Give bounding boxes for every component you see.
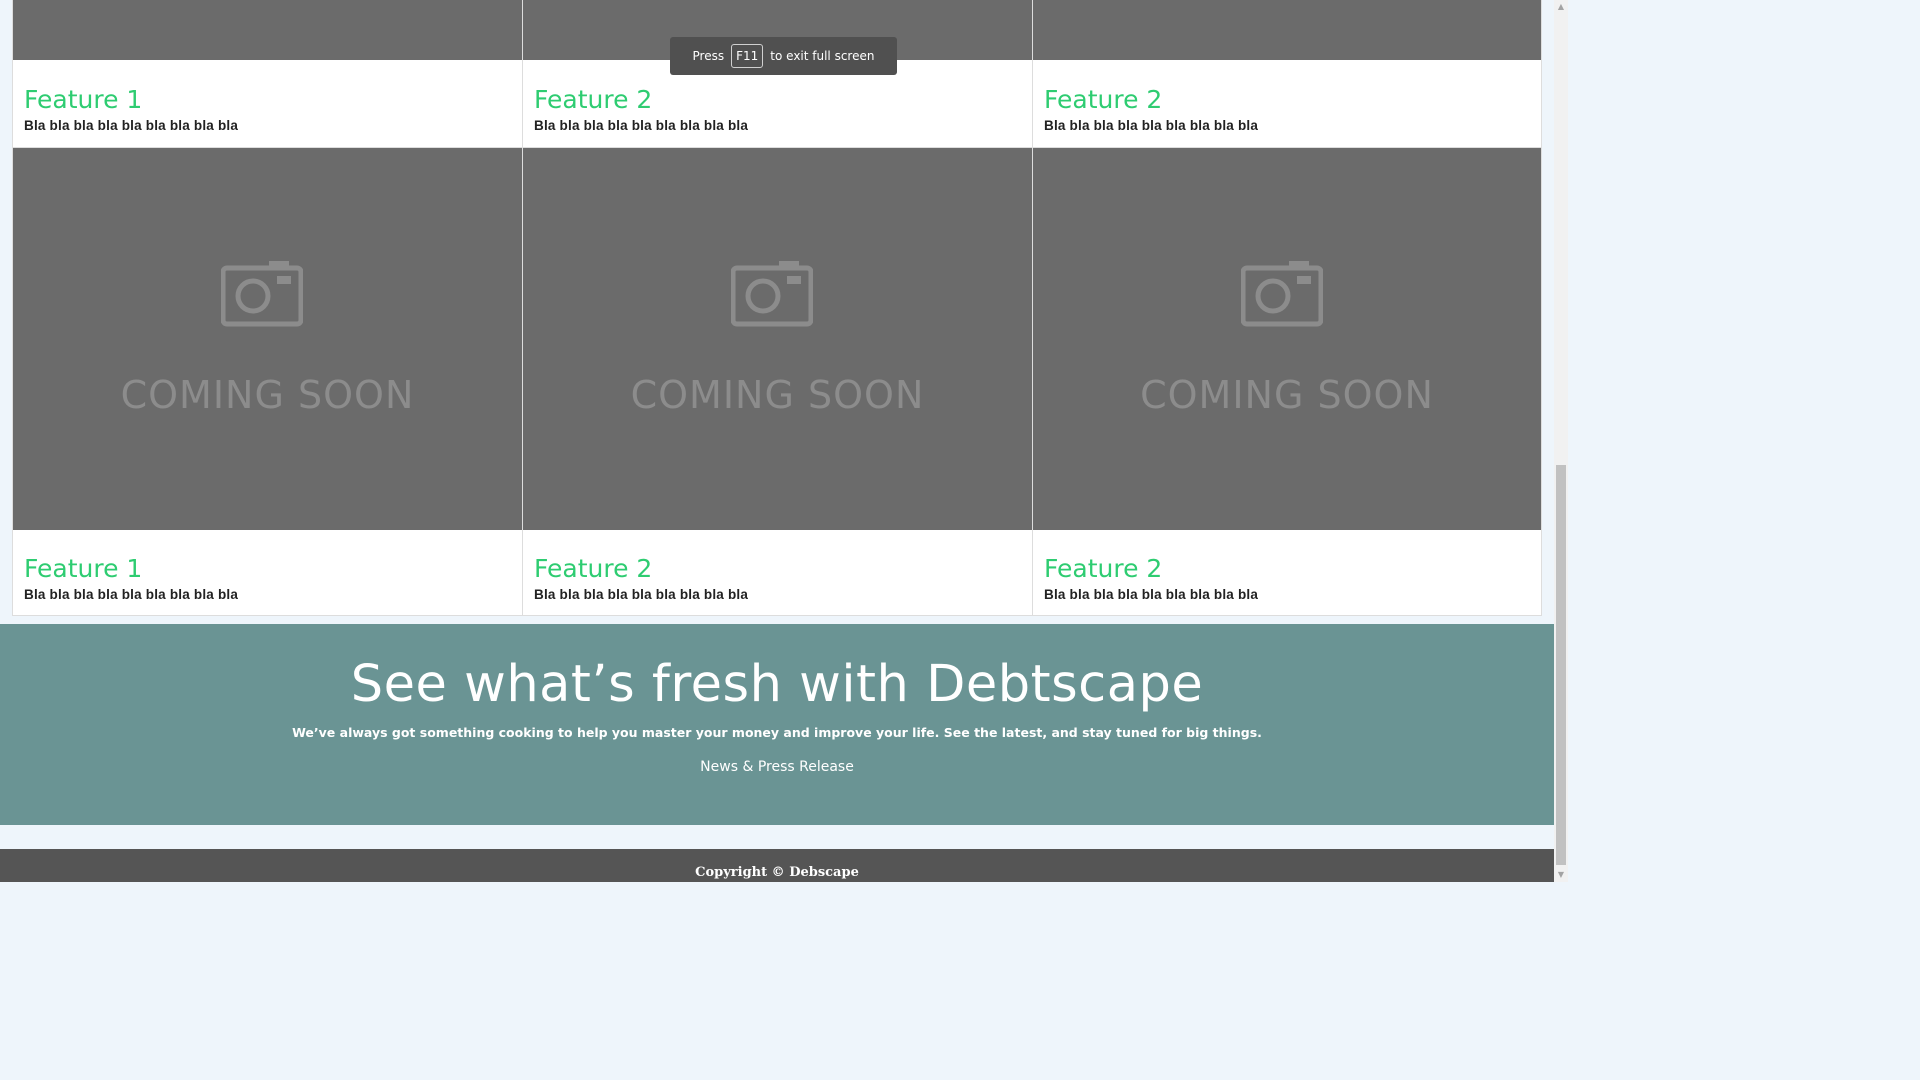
feature-title: Feature 1 <box>24 85 143 114</box>
feature-text: Bla bla bla bla bla bla bla bla bla <box>24 118 239 133</box>
feature-grid-row-2: COMING SOON Feature 1 Bla bla bla bla bl… <box>12 148 1542 616</box>
feature-text: Bla bla bla bla bla bla bla bla bla <box>1044 118 1259 133</box>
promo-banner: See what’s fresh with Debtscape We’ve al… <box>0 624 1554 825</box>
footer: Copyright © Debscape <box>0 849 1554 882</box>
arrow-down-icon[interactable]: ▼ <box>1554 868 1568 882</box>
arrow-up-icon[interactable]: ▲ <box>1554 0 1568 14</box>
coming-soon-image: COMING SOON <box>13 148 522 530</box>
coming-soon-label: COMING SOON <box>1140 373 1434 417</box>
feature-text: Bla bla bla bla bla bla bla bla bla <box>534 587 749 602</box>
coming-soon-label: COMING SOON <box>630 373 925 417</box>
feature-title: Feature 2 <box>534 85 653 114</box>
feature-card: COMING SOON Feature 2 Bla bla bla bla bl… <box>1032 148 1542 616</box>
camera-icon <box>731 261 813 327</box>
feature-title: Feature 2 <box>1044 85 1163 114</box>
camera-icon <box>1241 261 1323 327</box>
feature-text: Bla bla bla bla bla bla bla bla bla <box>24 587 239 602</box>
toast-press-text: Press <box>692 49 725 63</box>
feature-title: Feature 1 <box>24 554 143 583</box>
feature-text: Bla bla bla bla bla bla bla bla bla <box>1044 587 1259 602</box>
feature-title: Feature 2 <box>534 554 653 583</box>
scrollbar-thumb[interactable] <box>1556 465 1566 865</box>
vertical-scrollbar[interactable]: ▲ ▼ <box>1554 0 1568 882</box>
coming-soon-label: COMING SOON <box>120 373 415 417</box>
fullscreen-toast: Press F11 to exit full screen <box>670 37 897 75</box>
promo-subtitle: We’ve always got something cooking to he… <box>292 725 1262 740</box>
promo-title: See what’s fresh with Debtscape <box>350 655 1204 714</box>
feature-title: Feature 2 <box>1044 554 1163 583</box>
feature-card: COMING SOON Feature 2 Bla bla bla bla bl… <box>522 148 1032 616</box>
f11-key-badge: F11 <box>731 44 764 68</box>
feature-image <box>13 0 522 60</box>
coming-soon-image: COMING SOON <box>1033 148 1541 530</box>
coming-soon-image: COMING SOON <box>523 148 1032 530</box>
camera-icon <box>221 261 303 327</box>
page: Feature 1 Bla bla bla bla bla bla bla bl… <box>0 0 1554 882</box>
feature-card: COMING SOON Feature 1 Bla bla bla bla bl… <box>12 148 522 616</box>
feature-card: Feature 2 Bla bla bla bla bla bla bla bl… <box>1032 0 1542 148</box>
copyright-text: Copyright © Debscape <box>695 865 859 880</box>
feature-card: Feature 1 Bla bla bla bla bla bla bla bl… <box>12 0 522 148</box>
news-press-link[interactable]: News & Press Release <box>700 759 854 775</box>
toast-suffix-text: to exit full screen <box>770 49 875 63</box>
feature-image <box>1033 0 1541 60</box>
feature-text: Bla bla bla bla bla bla bla bla bla <box>534 118 749 133</box>
